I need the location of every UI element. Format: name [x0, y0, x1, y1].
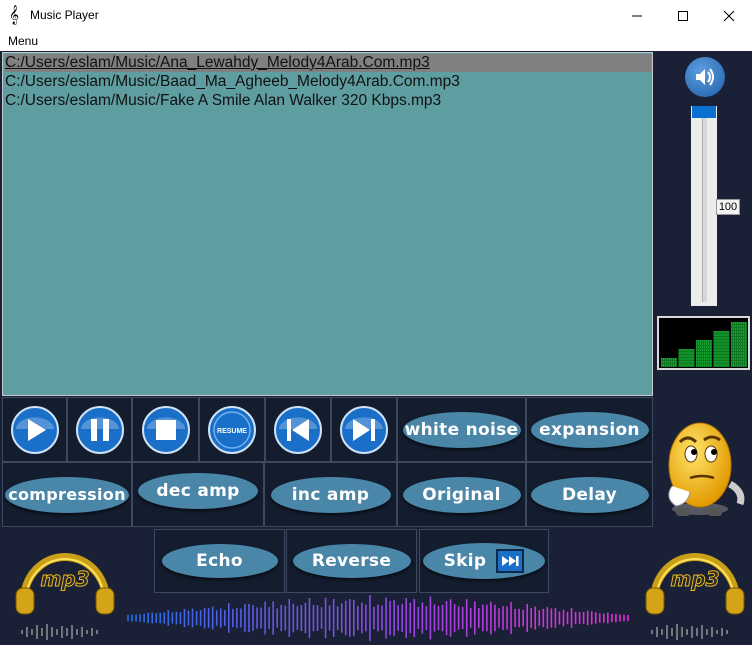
mp3-logo-text: mp3: [40, 567, 89, 591]
volume-value: 100: [716, 199, 740, 215]
playlist-item[interactable]: C:/Users/eslam/Music/Ana_Lewahdy_Melody4…: [5, 54, 651, 72]
delay-label: Delay: [530, 476, 649, 513]
inc-amp-label: inc amp: [270, 476, 391, 513]
mp3-headphones-logo-left: mp3: [15, 553, 115, 640]
level-meter-bars: [661, 322, 747, 367]
expansion-button[interactable]: expansion: [526, 397, 653, 462]
resume-label: RESUME: [217, 428, 247, 435]
menu-item-menu[interactable]: Menu: [8, 34, 38, 48]
white-noise-label: white noise: [402, 411, 521, 448]
compression-button[interactable]: compression: [2, 462, 132, 527]
original-label: Original: [402, 476, 521, 513]
playlist-item[interactable]: C:/Users/eslam/Music/Fake A Smile Alan W…: [5, 92, 651, 110]
stop-button[interactable]: [132, 397, 199, 462]
minimize-icon: [632, 15, 642, 16]
music-note-icon: 𝄞: [9, 5, 20, 25]
play-icon: [10, 405, 59, 454]
echo-label: Echo: [161, 544, 278, 578]
reverse-button[interactable]: Reverse: [286, 529, 417, 593]
dec-amp-label: dec amp: [138, 472, 258, 509]
mini-wave-right: [651, 624, 728, 640]
compression-label: compression: [5, 476, 129, 513]
inc-amp-button[interactable]: inc amp: [264, 462, 397, 527]
play-button[interactable]: [2, 397, 67, 462]
skip-pill: Skip: [423, 543, 545, 579]
maximize-icon: [678, 10, 688, 21]
mini-wave-left: [21, 624, 98, 640]
title-bar: 𝄞 Music Player: [0, 0, 752, 31]
volume-button[interactable]: [685, 57, 725, 97]
maximize-button[interactable]: [660, 0, 706, 31]
minimize-button[interactable]: [614, 0, 660, 31]
dec-amp-button[interactable]: dec amp: [132, 462, 264, 527]
previous-button[interactable]: [265, 397, 331, 462]
previous-icon: [274, 405, 322, 454]
resume-icon: RESUME: [208, 405, 256, 454]
stop-icon: [141, 405, 190, 454]
skip-label: Skip: [443, 551, 487, 571]
close-icon: [723, 10, 735, 21]
echo-button[interactable]: Echo: [154, 529, 285, 593]
expansion-label: expansion: [530, 411, 649, 448]
skip-button[interactable]: Skip: [419, 529, 549, 593]
delay-button[interactable]: Delay: [526, 462, 653, 527]
mp3-headphones-logo-right: mp3: [645, 553, 745, 640]
next-icon: [340, 405, 388, 454]
level-meter-bar: [678, 349, 695, 367]
volume-slider-groove: [702, 112, 707, 302]
reverse-label: Reverse: [292, 544, 411, 578]
thinking-emoji-icon: [668, 422, 745, 516]
pause-icon: [75, 405, 124, 454]
close-button[interactable]: [706, 0, 752, 31]
white-noise-button[interactable]: white noise: [397, 397, 526, 462]
playlist-item[interactable]: C:/Users/eslam/Music/Baad_Ma_Agheeb_Melo…: [5, 73, 651, 91]
speaker-icon: [696, 68, 714, 86]
volume-slider-thumb[interactable]: [692, 106, 716, 118]
window-title: Music Player: [30, 8, 99, 22]
pause-button[interactable]: [67, 397, 132, 462]
skip-forward-icon: [496, 549, 525, 573]
original-button[interactable]: Original: [397, 462, 526, 527]
resume-button[interactable]: RESUME: [199, 397, 265, 462]
menu-bar: Menu: [0, 31, 752, 51]
playlist[interactable]: C:/Users/eslam/Music/Ana_Lewahdy_Melody4…: [2, 52, 653, 396]
audio-waveform: [127, 595, 629, 641]
level-meter: [657, 316, 750, 370]
next-button[interactable]: [331, 397, 397, 462]
mp3-logo-text: mp3: [670, 567, 719, 591]
